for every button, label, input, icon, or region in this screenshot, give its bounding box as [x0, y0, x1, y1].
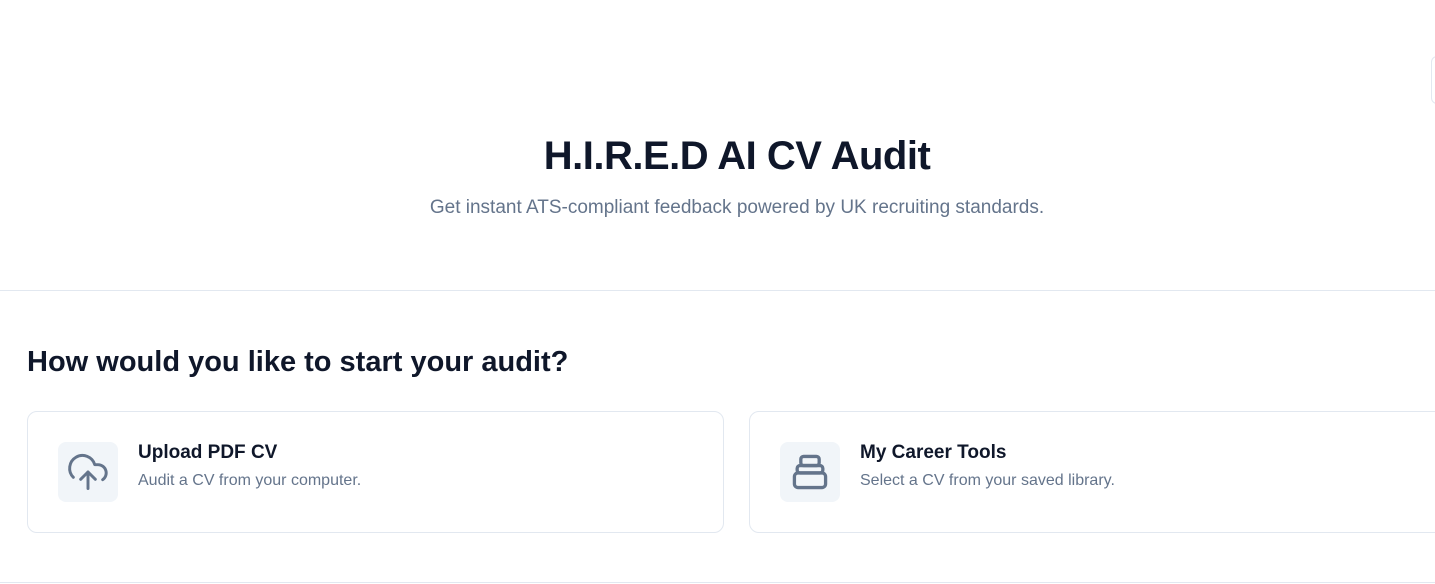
page-subtitle: Get instant ATS-compliant feedback power…: [429, 197, 1045, 218]
archive-icon: [780, 442, 840, 502]
upload-pdf-cv-title: Upload PDF CV: [138, 442, 278, 463]
upload-pdf-cv-card[interactable]: Upload PDF CV Audit a CV from your compu…: [27, 411, 724, 533]
audit-page: H.I.R.E.D AI CV Audit Get instant ATS-co…: [0, 0, 1435, 584]
section-divider: [0, 582, 1435, 583]
hero-header: H.I.R.E.D AI CV Audit Get instant ATS-co…: [0, 0, 1435, 291]
start-audit-heading: How would you like to start your audit?: [27, 346, 569, 378]
page-title: H.I.R.E.D AI CV Audit: [543, 134, 931, 178]
my-career-tools-description: Select a CV from your saved library.: [860, 472, 1115, 489]
cloud-upload-icon: [58, 442, 118, 502]
my-career-tools-card[interactable]: My Career Tools Select a CV from your sa…: [749, 411, 1435, 533]
upload-pdf-cv-description: Audit a CV from your computer.: [138, 472, 362, 489]
my-career-tools-title: My Career Tools: [860, 442, 1007, 463]
